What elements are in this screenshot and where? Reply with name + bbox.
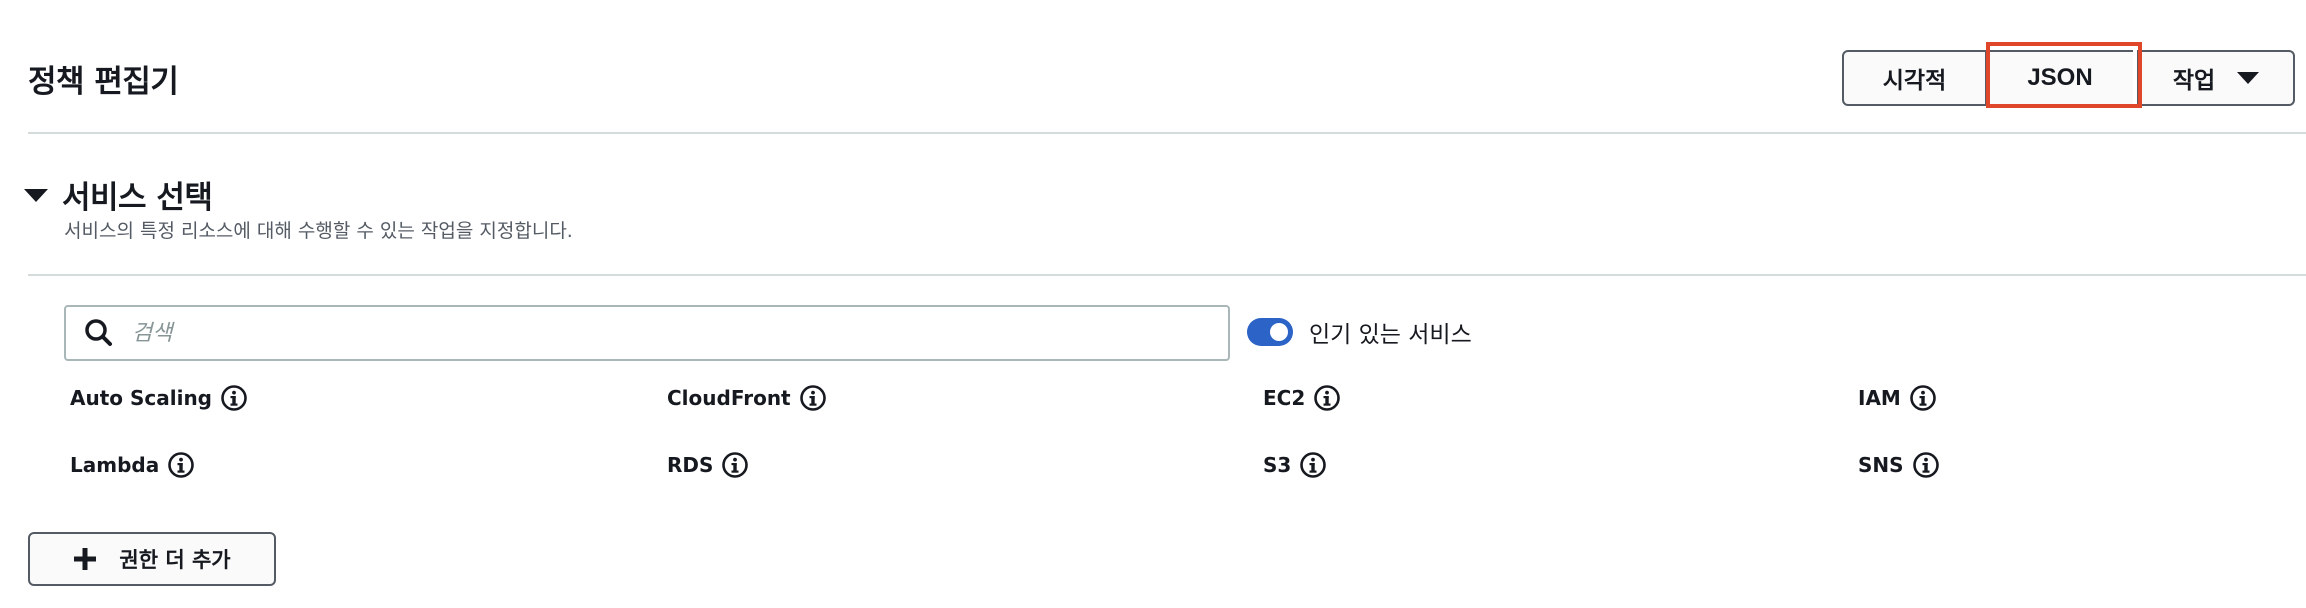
service-name[interactable]: RDS <box>667 453 713 477</box>
actions-dropdown-label: 작업 <box>2172 68 2216 94</box>
service-name[interactable]: CloudFront <box>667 386 791 410</box>
info-icon[interactable] <box>1909 384 1937 412</box>
actions-dropdown-button[interactable]: 작업 <box>2137 50 2295 106</box>
service-item[interactable]: EC2 <box>1263 384 1341 412</box>
toggle-switch[interactable] <box>1247 318 1293 346</box>
caret-down-icon <box>2237 72 2260 84</box>
service-item[interactable]: Lambda <box>70 451 195 479</box>
info-icon[interactable] <box>1313 384 1341 412</box>
service-item[interactable]: S3 <box>1263 451 1327 479</box>
toggle-label: 인기 있는 서비스 <box>1309 322 1472 348</box>
info-icon[interactable] <box>1299 451 1327 479</box>
info-icon[interactable] <box>167 451 195 479</box>
service-search-box[interactable] <box>64 305 1230 361</box>
info-icon[interactable] <box>799 384 827 412</box>
triangle-down-icon <box>24 189 48 202</box>
service-name[interactable]: IAM <box>1858 386 1901 410</box>
service-item[interactable]: RDS <box>667 451 749 479</box>
search-input[interactable] <box>130 312 1214 354</box>
service-name[interactable]: Lambda <box>70 453 159 477</box>
popular-services-toggle[interactable]: 인기 있는 서비스 <box>1247 315 1472 349</box>
info-icon[interactable] <box>220 384 248 412</box>
service-name[interactable]: Auto Scaling <box>70 386 212 410</box>
section-title: 서비스 선택 <box>62 180 213 216</box>
service-item[interactable]: CloudFront <box>667 384 827 412</box>
service-name[interactable]: EC2 <box>1263 386 1305 410</box>
json-editor-button[interactable]: JSON <box>1987 50 2133 106</box>
section-toggle[interactable]: 서비스 선택 <box>24 172 213 217</box>
plus-icon <box>74 548 97 570</box>
add-permissions-label: 권한 더 추가 <box>119 548 231 572</box>
info-icon[interactable] <box>1912 451 1940 479</box>
service-name[interactable]: S3 <box>1263 453 1291 477</box>
toggle-knob <box>1270 323 1288 341</box>
info-icon[interactable] <box>721 451 749 479</box>
service-item[interactable]: SNS <box>1858 451 1940 479</box>
service-item[interactable]: Auto Scaling <box>70 384 248 412</box>
view-mode-buttons: 시각적 JSON 작업 <box>1842 50 2295 106</box>
add-permissions-button[interactable]: 권한 더 추가 <box>28 532 276 586</box>
header-divider <box>28 132 2306 134</box>
service-name[interactable]: SNS <box>1858 453 1904 477</box>
search-icon <box>85 319 112 346</box>
page-title: 정책 편집기 <box>28 64 179 100</box>
visual-editor-button[interactable]: 시각적 <box>1842 50 1987 106</box>
section-description: 서비스의 특정 리소스에 대해 수행할 수 있는 작업을 지정합니다. <box>64 220 573 242</box>
service-item[interactable]: IAM <box>1858 384 1937 412</box>
section-divider <box>28 274 2306 276</box>
